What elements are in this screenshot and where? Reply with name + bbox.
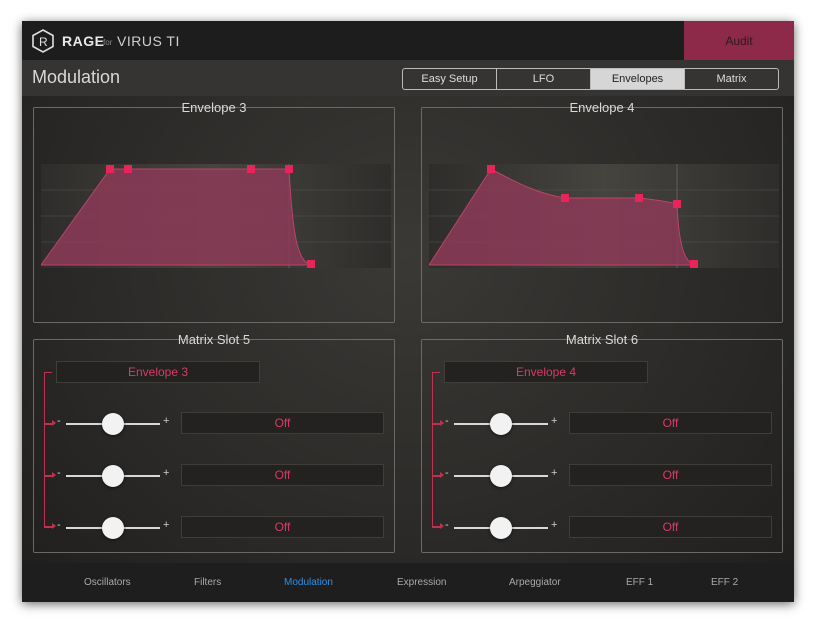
matrix-5-source-select[interactable]: Envelope 3 <box>56 361 260 383</box>
routing-arrow-icon <box>44 523 56 529</box>
nav-modulation[interactable]: Modulation <box>284 577 333 588</box>
matrix-6-destination-1[interactable]: Off <box>569 412 772 434</box>
product-name: VIRUS TI <box>117 33 180 49</box>
tab-matrix[interactable]: Matrix <box>685 69 778 89</box>
minus-label: - <box>445 415 449 427</box>
matrix-6-row-1: - + Off <box>442 412 772 436</box>
nav-arpeggiator[interactable]: Arpeggiator <box>509 577 561 588</box>
slider-knob[interactable] <box>102 465 124 487</box>
matrix-6-source-select[interactable]: Envelope 4 <box>444 361 648 383</box>
matrix-slot-6-panel: Matrix Slot 6 Envelope 4 - + Off - + Off… <box>421 332 783 553</box>
envelope-3-title: Envelope 3 <box>181 100 247 115</box>
slider-knob[interactable] <box>490 465 512 487</box>
envelope-4-title: Envelope 4 <box>569 100 635 115</box>
env3-point-sustain[interactable] <box>285 165 293 173</box>
env3-point-decay[interactable] <box>247 165 255 173</box>
plus-label: + <box>163 415 170 427</box>
minus-label: - <box>57 467 61 479</box>
minus-label: - <box>57 519 61 531</box>
minus-label: - <box>445 467 449 479</box>
matrix-5-row-1: - + Off <box>54 412 384 436</box>
tab-easy-setup[interactable]: Easy Setup <box>403 69 497 89</box>
envelope-3-graph[interactable] <box>40 164 391 268</box>
svg-text:R: R <box>39 35 48 49</box>
plus-label: + <box>163 519 170 531</box>
matrix-6-row-2: - + Off <box>442 464 772 488</box>
env4-point-sustain[interactable] <box>635 194 643 202</box>
envelope-4-panel: Envelope 4 <box>421 100 783 323</box>
title-bar: R RAGE for VIRUS TI Audit <box>22 21 794 60</box>
brand-for-label: for <box>103 38 113 47</box>
routing-bracket <box>432 372 440 527</box>
page-header: Modulation Easy Setup LFO Envelopes Matr… <box>22 60 794 96</box>
env3-point-release[interactable] <box>307 260 315 268</box>
matrix-5-destination-1[interactable]: Off <box>181 412 384 434</box>
nav-eff1[interactable]: EFF 1 <box>626 577 653 588</box>
slider-knob[interactable] <box>102 413 124 435</box>
envelope-3-panel: Envelope 3 <box>33 100 395 323</box>
section-tabs: Easy Setup LFO Envelopes Matrix <box>402 68 779 90</box>
routing-arrow-icon <box>432 420 444 426</box>
matrix-slot-5-panel: Matrix Slot 5 Envelope 3 - + Off - + Off… <box>33 332 395 553</box>
matrix-5-row-3: - + Off <box>54 516 384 540</box>
env4-point-slope[interactable] <box>673 200 681 208</box>
audit-button[interactable]: Audit <box>684 21 794 60</box>
routing-arrow-icon <box>432 472 444 478</box>
plus-label: + <box>551 519 558 531</box>
routing-arrow-icon <box>44 472 56 478</box>
env4-point-release[interactable] <box>690 260 698 268</box>
nav-filters[interactable]: Filters <box>194 577 221 588</box>
routing-bracket <box>44 372 52 527</box>
rage-logo-icon: R <box>32 29 54 53</box>
nav-expression[interactable]: Expression <box>397 577 446 588</box>
slider-knob[interactable] <box>490 413 512 435</box>
nav-oscillators[interactable]: Oscillators <box>84 577 131 588</box>
envelope-4-graph[interactable] <box>428 164 779 268</box>
env4-point-decay[interactable] <box>561 194 569 202</box>
matrix-5-row-2: - + Off <box>54 464 384 488</box>
env4-point-attack[interactable] <box>487 165 495 173</box>
plus-label: + <box>551 415 558 427</box>
minus-label: - <box>57 415 61 427</box>
env3-point-hold[interactable] <box>124 165 132 173</box>
plus-label: + <box>551 467 558 479</box>
matrix-slot-6-title: Matrix Slot 6 <box>565 332 639 347</box>
tab-envelopes[interactable]: Envelopes <box>591 69 685 89</box>
matrix-5-destination-3[interactable]: Off <box>181 516 384 538</box>
routing-arrow-icon <box>432 523 444 529</box>
page-title: Modulation <box>32 67 121 87</box>
slider-knob[interactable] <box>102 517 124 539</box>
slider-knob[interactable] <box>490 517 512 539</box>
app-window: R RAGE for VIRUS TI Audit Modulation Eas… <box>22 21 794 602</box>
plus-label: + <box>163 467 170 479</box>
matrix-slot-5-title: Matrix Slot 5 <box>177 332 251 347</box>
nav-eff2[interactable]: EFF 2 <box>711 577 738 588</box>
matrix-6-destination-3[interactable]: Off <box>569 516 772 538</box>
matrix-5-destination-2[interactable]: Off <box>181 464 384 486</box>
env3-point-attack[interactable] <box>106 165 114 173</box>
routing-arrow-icon <box>44 420 56 426</box>
matrix-6-row-3: - + Off <box>442 516 772 540</box>
brand-name: RAGE <box>62 33 105 49</box>
matrix-6-destination-2[interactable]: Off <box>569 464 772 486</box>
tab-lfo[interactable]: LFO <box>497 69 591 89</box>
bottom-navigation: Oscillators Filters Modulation Expressio… <box>22 563 794 602</box>
minus-label: - <box>445 519 449 531</box>
